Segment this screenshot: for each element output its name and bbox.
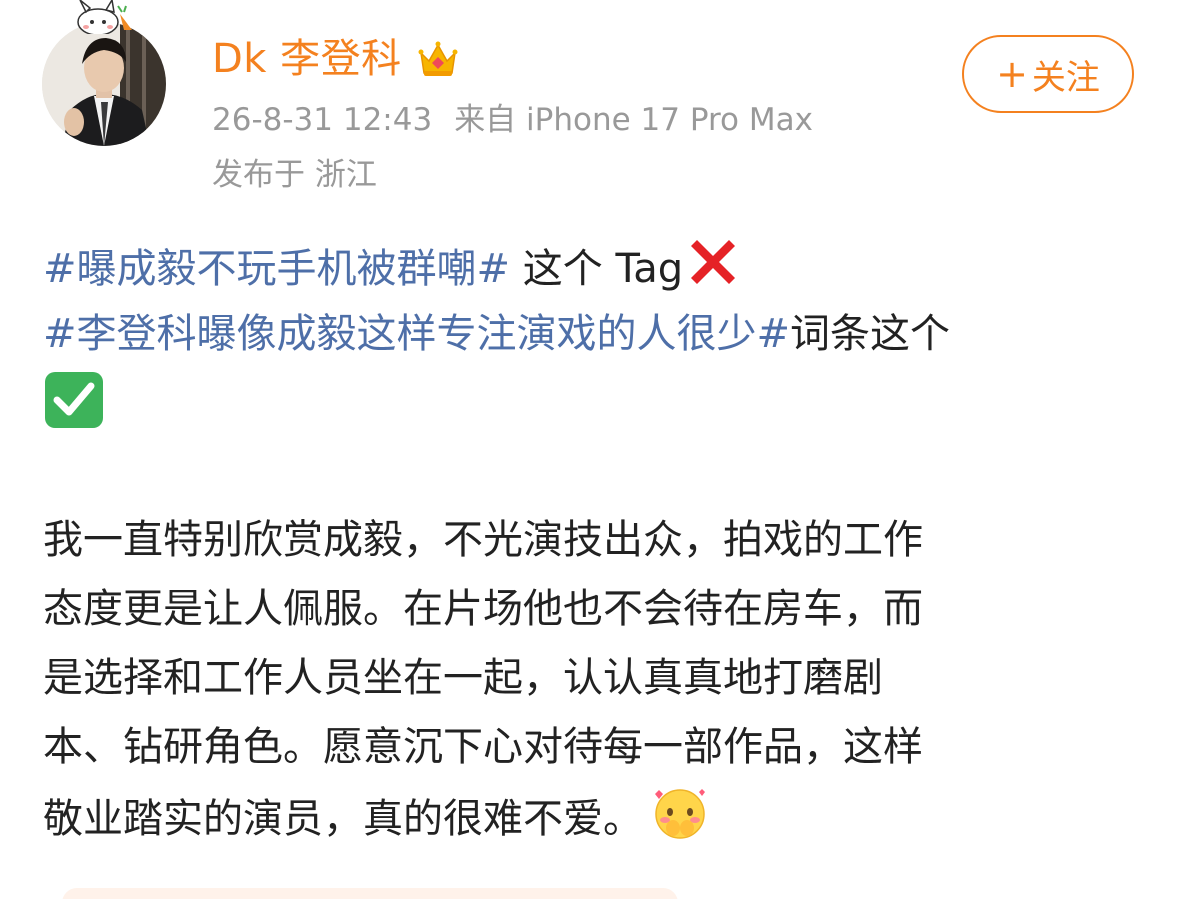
body-line: 我一直特别欣赏成毅，不光演技出众，拍戏的工作: [43, 517, 923, 563]
body-line: 态度更是让人佩服。在片场他也不会待在房车，而: [43, 586, 923, 632]
rabbit-badge-icon: [72, 0, 138, 36]
post-source: 来自 iPhone 17 Pro Max: [454, 102, 813, 138]
post-intro: #曝成毅不玩手机被群嘲# 这个 Tag #李登科曝像成毅这样专注演戏的人很少#词…: [43, 232, 1143, 436]
follow-button[interactable]: + 关注: [962, 35, 1134, 113]
intro-line-1: #曝成毅不玩手机被群嘲# 这个 Tag: [43, 232, 1143, 300]
cross-mark-icon: [691, 240, 736, 284]
intro-text: 词条这个: [790, 311, 951, 357]
crown-icon: [418, 41, 458, 76]
plus-icon: +: [996, 52, 1028, 96]
body-line: 是选择和工作人员坐在一起，认认真真地打磨剧: [43, 655, 883, 701]
body-line-last: 敬业踏实的演员，真的很难不爱。: [43, 782, 1143, 851]
post-timestamp: 26-8-31 12:43: [212, 102, 433, 138]
body-line: 本、钻研角色。愿意沉下心对待每一部作品，这样: [43, 724, 923, 770]
hashtag-link[interactable]: #曝成毅不玩手机被群嘲#: [43, 246, 510, 292]
author-name[interactable]: Dk 李登科: [212, 30, 402, 88]
intro-line-3: [43, 368, 1143, 436]
post-location: 发布于 浙江: [212, 157, 377, 193]
body-line: 敬业踏实的演员，真的很难不爱。: [43, 796, 643, 842]
hashtag-link[interactable]: #李登科曝像成毅这样专注演戏的人很少#: [43, 311, 790, 357]
post-body: 我一直特别欣赏成毅，不光演技出众，拍戏的工作 态度更是让人佩服。在片场他也不会待…: [43, 506, 1143, 851]
avatar-photo: [42, 22, 166, 146]
avatar[interactable]: [42, 22, 166, 146]
blushing-face-icon: [655, 789, 705, 839]
intro-line-2: #李登科曝像成毅这样专注演戏的人很少#词条这个: [43, 300, 1143, 368]
avatar-area[interactable]: [42, 0, 170, 150]
author-row: Dk 李登科: [212, 30, 460, 88]
weibo-post: Dk 李登科 26-8-31 12:43 来自 iPhone 17 Pro Max…: [0, 0, 1179, 899]
post-meta: 26-8-31 12:43 来自 iPhone 17 Pro Max: [212, 98, 813, 142]
intro-text: 这个 Tag: [510, 246, 684, 292]
check-mark-icon: [45, 372, 103, 428]
bottom-card-edge: [62, 888, 678, 899]
follow-label: 关注: [1031, 57, 1100, 98]
